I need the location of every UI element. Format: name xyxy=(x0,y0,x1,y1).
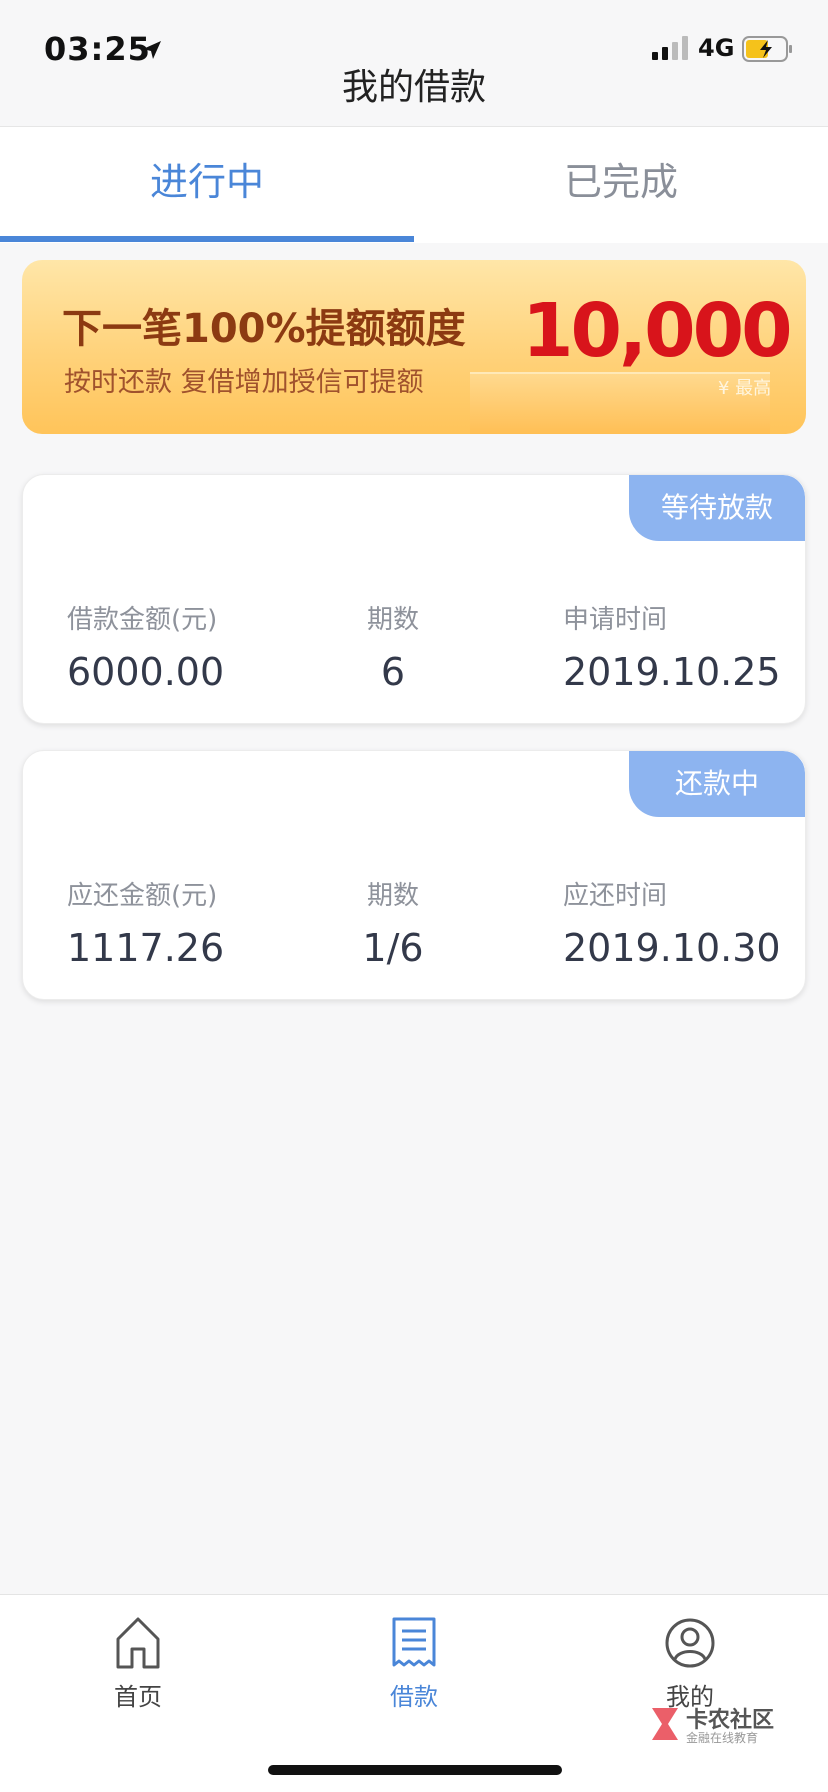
tab-completed[interactable]: 已完成 xyxy=(414,127,828,243)
due-date-column: 应还时间 2019.10.30 xyxy=(563,875,781,970)
term-column: 期数 6 xyxy=(343,599,443,694)
status-badge: 还款中 xyxy=(629,751,805,817)
nav-label-home: 首页 xyxy=(114,1683,162,1711)
term-value: 6 xyxy=(380,650,406,694)
banner-amount: 10,000 xyxy=(522,288,793,374)
promo-banner[interactable]: 下一笔100%提额额度 按时还款 复借增加授信可提额 10,000 ¥ 最高 xyxy=(22,260,806,434)
nav-item-home[interactable]: 首页 xyxy=(0,1595,276,1725)
tab-bar: 进行中 已完成 xyxy=(0,127,828,243)
tab-active-indicator xyxy=(0,236,414,242)
tab-in-progress[interactable]: 进行中 xyxy=(0,127,414,243)
banner-subtext: 按时还款 复借增加授信可提额 xyxy=(64,367,424,398)
watermark-logo-icon xyxy=(652,1708,678,1740)
date-label: 申请时间 xyxy=(563,605,668,635)
term-value: 1/6 xyxy=(362,926,424,970)
term-label: 期数 xyxy=(366,881,419,911)
loan-amount-value: 6000.00 xyxy=(67,650,225,694)
due-amount-value: 1117.26 xyxy=(67,926,225,970)
due-amount-column: 应还金额(元) 1117.26 xyxy=(67,875,224,970)
banner-tag: ¥ 最高 xyxy=(718,378,772,399)
watermark-subtext: 金融在线教育 xyxy=(686,1731,759,1745)
term-label: 期数 xyxy=(366,605,419,635)
loan-card[interactable]: 等待放款 借款金额(元) 6000.00 期数 6 申请时间 2019.10.2… xyxy=(22,474,806,724)
nav-item-loans[interactable]: 借款 xyxy=(276,1595,552,1725)
home-indicator[interactable] xyxy=(268,1765,562,1775)
due-amount-label: 应还金额(元) xyxy=(67,881,218,911)
loan-amount-column: 借款金额(元) 6000.00 xyxy=(67,599,224,694)
watermark: 卡农社区 金融在线教育 xyxy=(648,1702,798,1746)
signal-icon xyxy=(652,36,688,60)
term-column: 期数 1/6 xyxy=(343,875,443,970)
nav-label-loans: 借款 xyxy=(390,1683,438,1711)
home-icon xyxy=(116,1617,160,1669)
page-title: 我的借款 xyxy=(341,67,486,108)
due-date-label: 应还时间 xyxy=(563,881,668,911)
user-icon xyxy=(665,1618,715,1668)
loan-amount-label: 借款金额(元) xyxy=(67,605,218,635)
loan-card[interactable]: 还款中 应还金额(元) 1117.26 期数 1/6 应还时间 2019.10.… xyxy=(22,750,806,1000)
banner-headline: 下一笔100%提额额度 xyxy=(62,306,466,352)
status-badge: 等待放款 xyxy=(629,475,805,541)
date-column: 申请时间 2019.10.25 xyxy=(563,599,781,694)
document-icon xyxy=(392,1617,436,1667)
date-value: 2019.10.25 xyxy=(563,650,781,694)
due-date-value: 2019.10.30 xyxy=(563,926,781,970)
